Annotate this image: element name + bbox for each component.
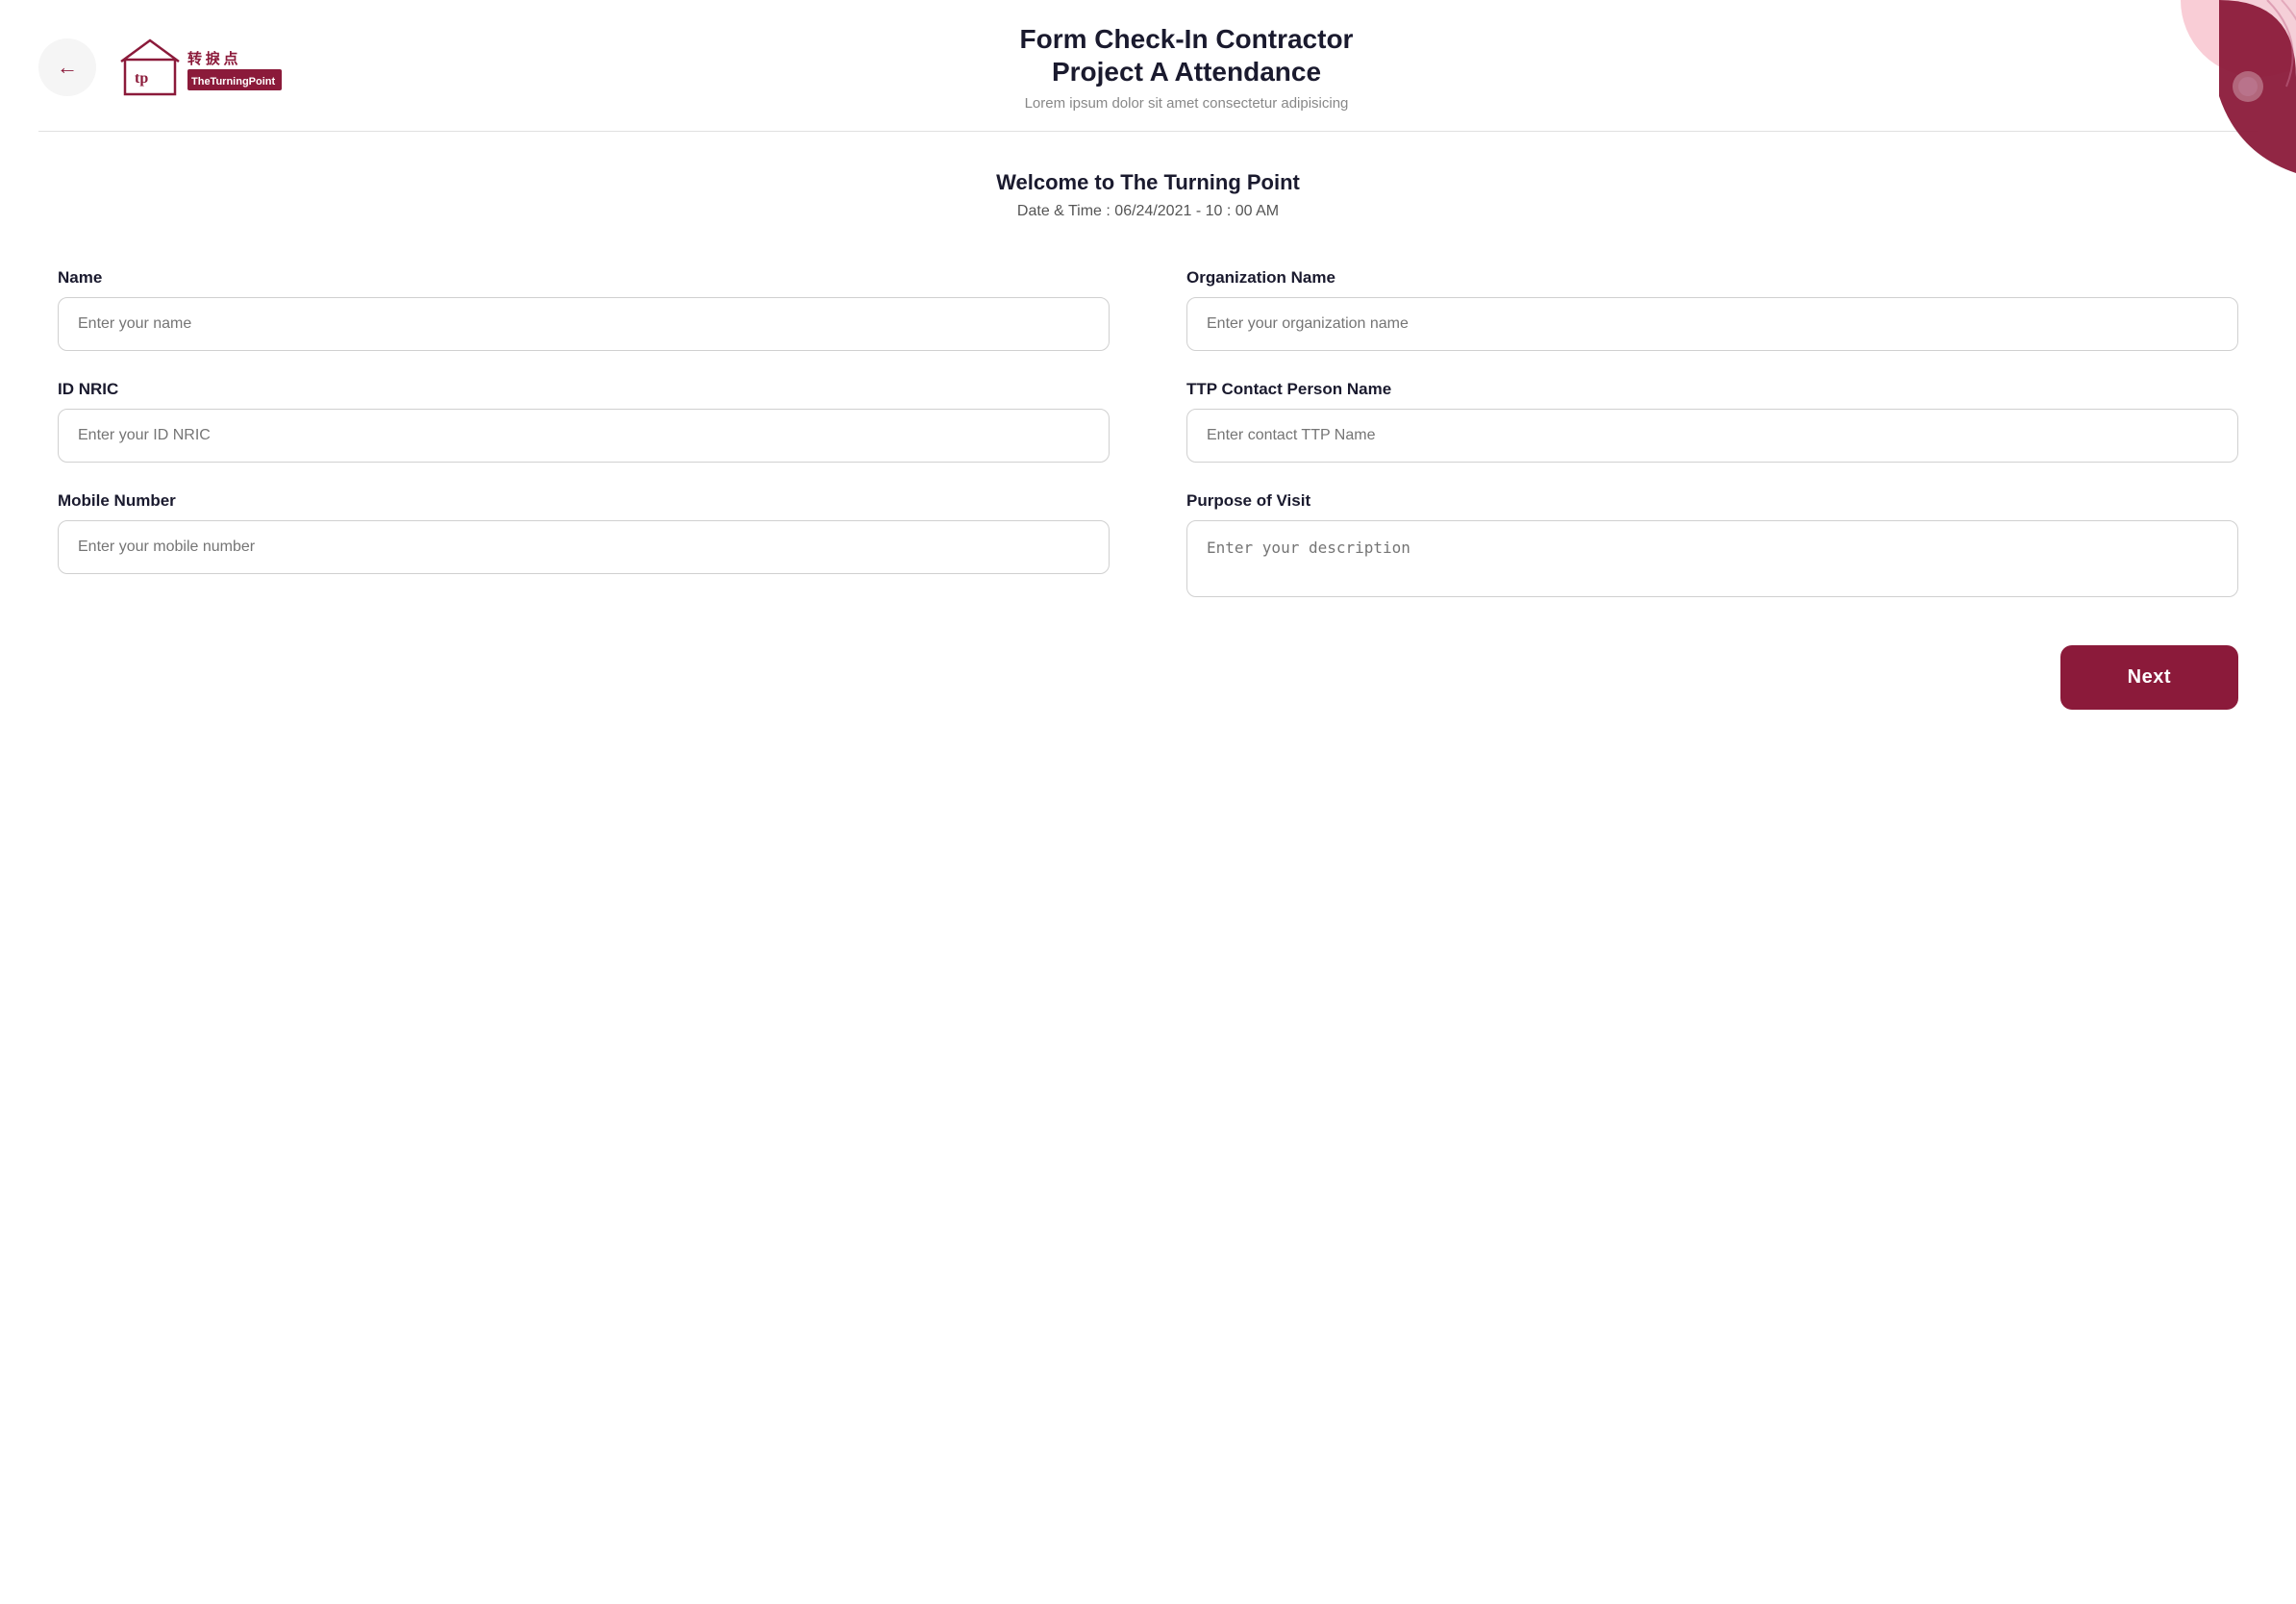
- next-button[interactable]: Next: [2060, 645, 2238, 710]
- ttp-input[interactable]: [1186, 409, 2238, 463]
- form-grid: Name Organization Name ID NRIC TTP Conta…: [58, 268, 2238, 597]
- ttp-group: TTP Contact Person Name: [1186, 380, 2238, 463]
- name-group: Name: [58, 268, 1110, 351]
- svg-text:tp: tp: [135, 70, 148, 87]
- welcome-section: Welcome to The Turning Point Date & Time…: [0, 132, 2296, 239]
- purpose-group: Purpose of Visit: [1186, 491, 2238, 597]
- header-title-area: Form Check-In Contractor Project A Atten…: [288, 23, 2084, 112]
- header: ← tp 转 捩 点 TheTurningPoint Form Check-In…: [0, 0, 2296, 131]
- name-input[interactable]: [58, 297, 1110, 351]
- org-group: Organization Name: [1186, 268, 2238, 351]
- page-wrapper: ← tp 转 捩 点 TheTurningPoint Form Check-In…: [0, 0, 2296, 1604]
- id-input[interactable]: [58, 409, 1110, 463]
- org-label: Organization Name: [1186, 268, 2238, 288]
- purpose-input[interactable]: [1186, 520, 2238, 597]
- mobile-label: Mobile Number: [58, 491, 1110, 511]
- welcome-date: Date & Time : 06/24/2021 - 10 : 00 AM: [38, 203, 2258, 220]
- welcome-title: Welcome to The Turning Point: [38, 170, 2258, 195]
- name-label: Name: [58, 268, 1110, 288]
- logo-area: tp 转 捩 点 TheTurningPoint: [115, 33, 288, 102]
- back-icon: ←: [57, 55, 78, 80]
- title-line1: Form Check-In Contractor: [1020, 24, 1354, 54]
- btn-row: Next: [0, 636, 2296, 748]
- svg-text:TheTurningPoint: TheTurningPoint: [191, 76, 276, 88]
- org-input[interactable]: [1186, 297, 2238, 351]
- header-subtitle: Lorem ipsum dolor sit amet consectetur a…: [288, 95, 2084, 112]
- title-line2: Project A Attendance: [1052, 57, 1321, 87]
- back-button[interactable]: ←: [38, 38, 96, 96]
- form-title: Form Check-In Contractor Project A Atten…: [288, 23, 2084, 88]
- form-section: Name Organization Name ID NRIC TTP Conta…: [0, 239, 2296, 636]
- mobile-input[interactable]: [58, 520, 1110, 574]
- purpose-label: Purpose of Visit: [1186, 491, 2238, 511]
- svg-text:转 捩 点: 转 捩 点: [187, 50, 238, 67]
- ttp-label: TTP Contact Person Name: [1186, 380, 2238, 399]
- logo-svg: tp 转 捩 点 TheTurningPoint: [115, 33, 288, 102]
- id-group: ID NRIC: [58, 380, 1110, 463]
- mobile-group: Mobile Number: [58, 491, 1110, 597]
- id-label: ID NRIC: [58, 380, 1110, 399]
